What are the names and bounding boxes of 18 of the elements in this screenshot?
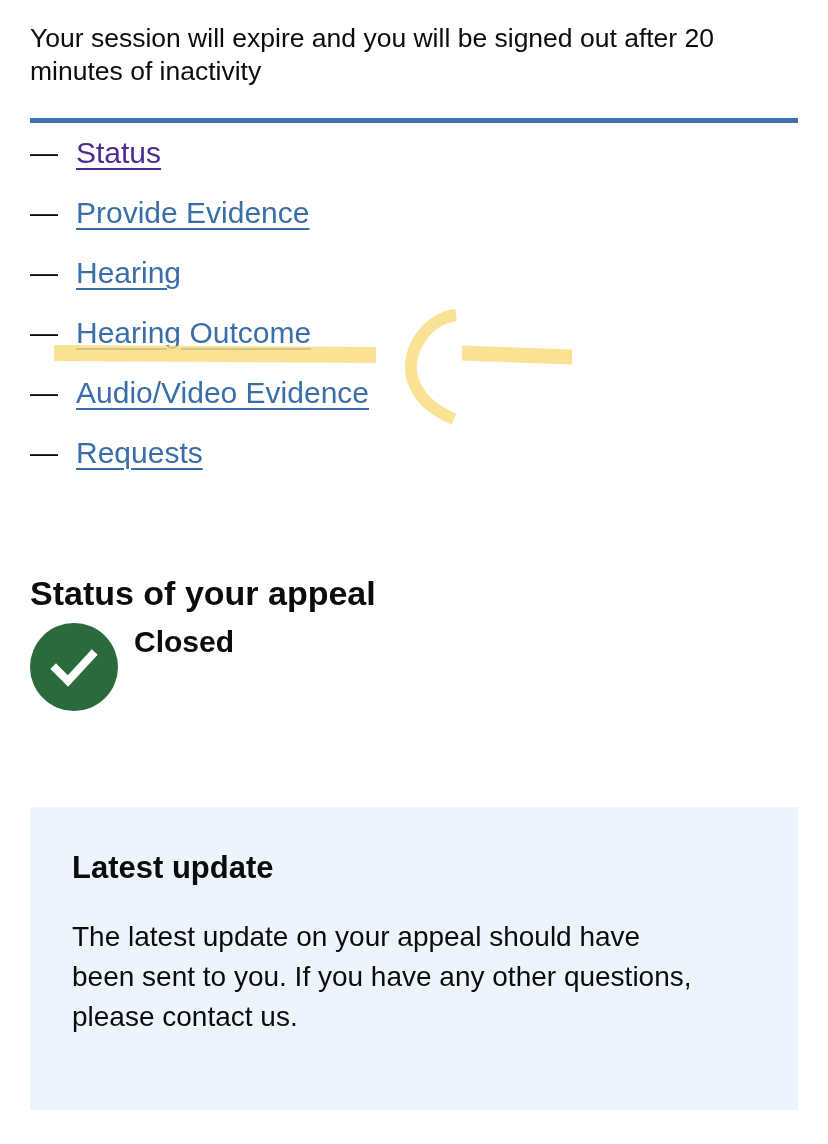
- nav-link[interactable]: Audio/Video Evidence: [76, 374, 369, 412]
- nav-link[interactable]: Provide Evidence: [76, 194, 310, 232]
- dash-marker: —: [30, 436, 58, 470]
- dash-marker: —: [30, 196, 58, 230]
- panel-text: The latest update on your appeal should have been sent to you. If you have any other questions, please contact us.: [72, 920, 693, 1034]
- dash-marker: —: [30, 316, 58, 350]
- nav-link[interactable]: Hearing Outcome: [76, 314, 312, 352]
- dash-marker: —: [30, 376, 58, 410]
- session-notice: Your session will expire and you will be signed out after 20 minutes of inactivity: [30, 22, 715, 88]
- dash-marker: —: [30, 256, 58, 290]
- nav-link[interactable]: Status: [76, 134, 162, 172]
- dash-marker: —: [30, 136, 58, 170]
- nav-link[interactable]: Hearing: [76, 254, 182, 292]
- check-circle-icon: [30, 623, 118, 711]
- panel-title: Latest update: [72, 849, 275, 887]
- nav-link[interactable]: Requests: [76, 434, 203, 472]
- status-value: Closed: [134, 624, 235, 660]
- status-heading: Status of your appeal: [30, 573, 377, 613]
